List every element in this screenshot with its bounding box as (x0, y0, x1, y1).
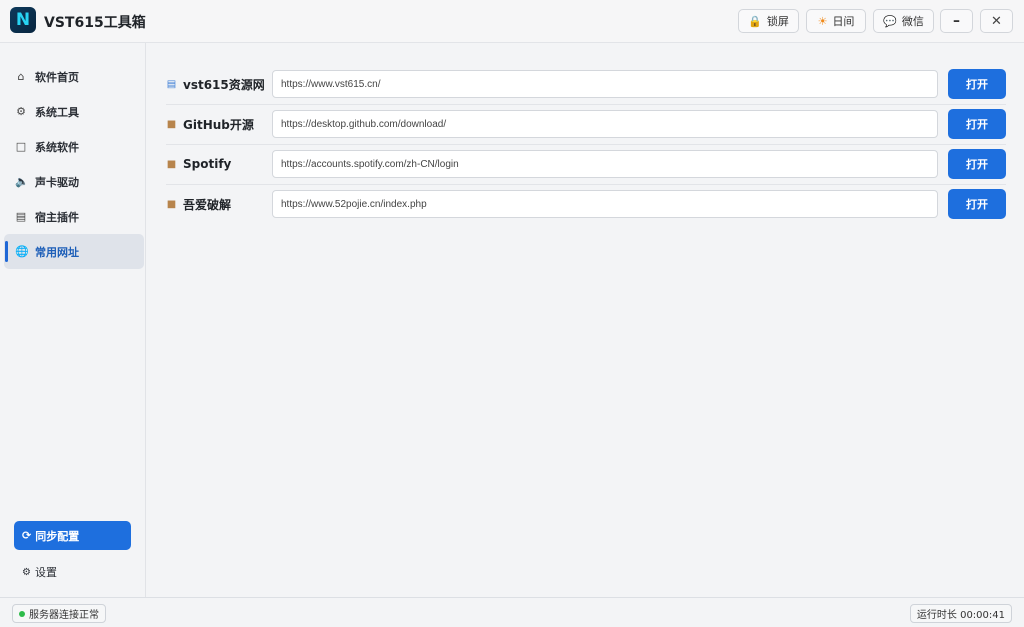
minimize-button[interactable]: – (940, 9, 973, 33)
link-label: ■ Spotify (166, 149, 232, 179)
folder-icon: □ (15, 140, 27, 153)
lock-screen-button[interactable]: 🔒 锁屏 (738, 9, 799, 33)
row-divider (166, 104, 1006, 105)
sidebar-item-system-tools[interactable]: ⚙ 系统工具 (4, 94, 144, 129)
sidebar-item-label: 系统工具 (35, 105, 79, 119)
package-icon: ■ (166, 118, 177, 130)
link-label: ▤ vst615资源网 (166, 69, 265, 99)
sidebar-item-sound-drivers[interactable]: 🔈 声卡驱动 (4, 164, 144, 199)
sidebar-item-system-software[interactable]: □ 系统软件 (4, 129, 144, 164)
chart-icon: ▤ (166, 78, 177, 90)
sidebar-item-host-plugins[interactable]: ▤ 宿主插件 (4, 199, 144, 234)
sidebar-item-label: 系统软件 (35, 140, 79, 154)
package-icon: ■ (166, 158, 177, 170)
open-button[interactable]: 打开 (948, 149, 1006, 179)
app-logo-letter: N (15, 10, 31, 30)
day-mode-label: 日间 (832, 15, 855, 28)
app-logo-icon: N (10, 7, 36, 33)
uptime-badge: 运行时长 00:00:41 (909, 604, 1012, 623)
sync-icon: ⟳ (22, 529, 32, 542)
settings-gear-icon: ⚙ (22, 566, 31, 578)
url-field[interactable] (272, 110, 938, 138)
status-bar: 服务器连接正常 运行时长 00:00:41 (0, 597, 1024, 627)
sidebar-item-label: 软件首页 (35, 70, 79, 84)
globe-icon: 🌐 (15, 245, 29, 258)
close-button[interactable]: ✕ (980, 9, 1013, 33)
link-row: ■ Spotify 打开 (166, 149, 1006, 179)
uptime-text: 运行时长 00:00:41 (916, 610, 1005, 621)
sidebar: ⌂ 软件首页 ⚙ 系统工具 □ 系统软件 🔈 声卡驱动 ▤ 宿主插件 🌐 常用网… (0, 43, 146, 597)
url-field[interactable] (272, 190, 938, 218)
link-row: ▤ vst615资源网 打开 (166, 69, 1006, 99)
link-row: ■ 吾爱破解 打开 (166, 189, 1006, 219)
open-button[interactable]: 打开 (948, 109, 1006, 139)
url-field[interactable] (272, 150, 938, 178)
lock-icon: 🔒 (748, 14, 762, 28)
link-name: GitHub开源 (183, 117, 254, 132)
sun-icon: ☀ (817, 14, 828, 28)
sidebar-item-common-urls[interactable]: 🌐 常用网址 (4, 234, 144, 269)
package-icon: ■ (166, 198, 177, 210)
link-label: ■ GitHub开源 (166, 109, 254, 139)
link-row: ■ GitHub开源 打开 (166, 109, 1006, 139)
wechat-button[interactable]: 💬 微信 (873, 9, 934, 33)
settings-link[interactable]: ⚙ 设置 (22, 564, 57, 580)
gear-icon: ⚙ (16, 105, 26, 118)
sync-config-button[interactable]: ⟳ 同步配置 (14, 521, 131, 550)
row-divider (166, 144, 1006, 145)
status-dot-icon (19, 610, 25, 617)
day-mode-button[interactable]: ☀ 日间 (806, 9, 866, 33)
link-label: ■ 吾爱破解 (166, 189, 231, 219)
wechat-label: 微信 (901, 15, 924, 28)
home-icon: ⌂ (17, 70, 25, 83)
sidebar-item-label: 声卡驱动 (35, 175, 79, 189)
sidebar-item-label: 宿主插件 (35, 210, 79, 224)
open-button[interactable]: 打开 (948, 189, 1006, 219)
document-icon: ▤ (15, 210, 27, 223)
main-content: ▤ vst615资源网 打开 ■ GitHub开源 打开 ■ Spotify 打… (147, 43, 1024, 597)
chat-icon: 💬 (883, 14, 897, 28)
sidebar-item-label: 常用网址 (35, 245, 79, 259)
title-bar: N VST615工具箱 🔒 锁屏 ☀ 日间 💬 微信 – ✕ (0, 0, 1024, 43)
url-field[interactable] (272, 70, 938, 98)
row-divider (166, 184, 1006, 185)
link-name: 吾爱破解 (183, 197, 232, 212)
connection-status-text: 服务器连接正常 (29, 610, 99, 621)
lock-screen-label: 锁屏 (766, 15, 789, 28)
minimize-icon: – (953, 13, 960, 29)
speaker-icon: 🔈 (15, 175, 29, 188)
sidebar-item-home[interactable]: ⌂ 软件首页 (4, 59, 144, 94)
sync-config-label: 同步配置 (35, 529, 80, 543)
close-icon: ✕ (991, 13, 1002, 29)
settings-label: 设置 (34, 566, 57, 579)
app-title: VST615工具箱 (44, 15, 146, 31)
open-button[interactable]: 打开 (948, 69, 1006, 99)
link-name: Spotify (183, 157, 232, 171)
connection-status-badge: 服务器连接正常 (12, 604, 106, 623)
link-name: vst615资源网 (183, 77, 265, 92)
